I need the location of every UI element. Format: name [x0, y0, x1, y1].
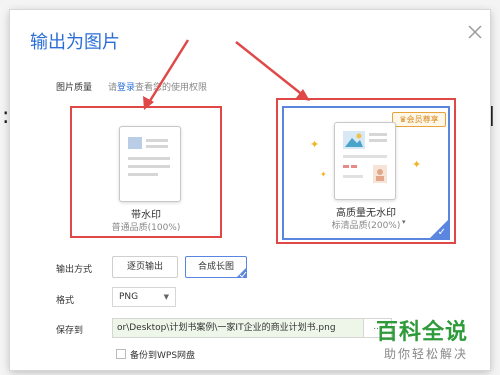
page-by-page-button[interactable]: 逐页输出 [112, 256, 178, 278]
site-watermark-title: 百科全说 [376, 320, 469, 345]
format-select[interactable]: PNG ▼ [112, 287, 176, 307]
chevron-down-icon: ▼ [163, 293, 169, 301]
backup-checkbox[interactable] [116, 349, 126, 359]
format-value: PNG [119, 292, 139, 302]
red-arrow-icon [146, 39, 190, 105]
output-mode-label: 输出方式 [56, 265, 93, 275]
red-arrow-icon [235, 41, 305, 97]
format-label: 格式 [56, 296, 75, 306]
backup-label: 备份到WPS网盘 [130, 351, 196, 361]
site-watermark-subtitle: 助你轻松解决 [384, 347, 469, 361]
background-text-fragment: : [2, 104, 10, 129]
save-path-input[interactable]: or\Desktop\计划书案例\一家IT企业的商业计划书.png [112, 318, 364, 338]
save-to-label: 保存到 [56, 326, 84, 336]
selected-check-icon [236, 267, 247, 278]
